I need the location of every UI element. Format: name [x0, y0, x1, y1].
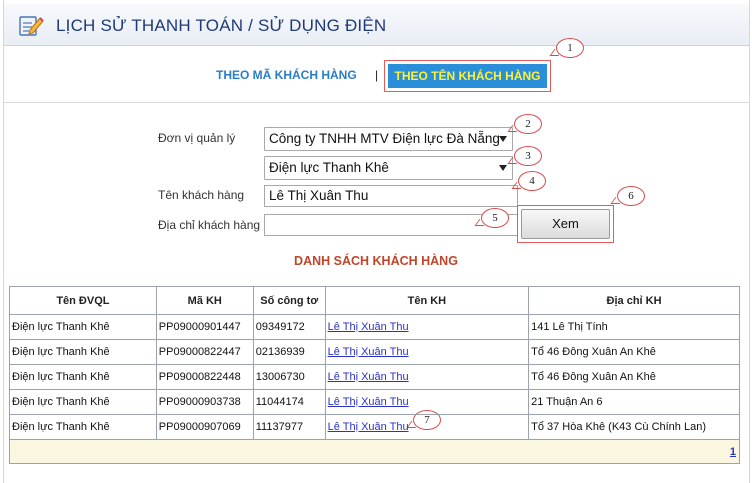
tab-separator: |: [375, 68, 379, 82]
cell-unit: Điện lực Thanh Khê: [9, 414, 157, 440]
column-header-customer-code: Mã KH: [155, 286, 254, 315]
subunit-select[interactable]: Điện lực Thanh Khê: [264, 156, 513, 180]
column-header-unit: Tên ĐVQL: [9, 286, 157, 315]
cell-customer-code: PP09000903738: [155, 389, 254, 415]
search-mode-tabs: THEO MÃ KHÁCH HÀNG | THEO TÊN KHÁCH HÀNG: [4, 47, 749, 103]
cell-unit: Điện lực Thanh Khê: [9, 339, 157, 365]
customer-name-link[interactable]: Lê Thị Xuân Thu: [328, 421, 409, 433]
cell-customer-name: Lê Thị Xuân Thu: [324, 339, 530, 365]
cell-customer-code: PP09000907069: [155, 414, 254, 440]
chevron-down-icon: [499, 165, 507, 171]
cell-address: 21 Thuận An 6: [528, 389, 740, 415]
customer-list-title: DANH SÁCH KHÁCH HÀNG: [294, 254, 458, 268]
cell-customer-name: Lê Thị Xuân Thu: [324, 389, 530, 415]
cell-customer-code: PP09000822448: [155, 364, 254, 390]
cell-unit: Điện lực Thanh Khê: [9, 364, 157, 390]
customer-name-input[interactable]: Lê Thị Xuân Thu: [264, 185, 518, 207]
cell-customer-code: PP09000901447: [155, 314, 254, 340]
customer-name-link[interactable]: Lê Thị Xuân Thu: [328, 346, 409, 358]
cell-meter-number: 09349172: [252, 314, 326, 340]
table-row: Điện lực Thanh Khê PP09000901447 0934917…: [9, 314, 740, 340]
table-row: Điện lực Thanh Khê PP09000822448 1300673…: [9, 364, 740, 390]
customer-name-link[interactable]: Lê Thị Xuân Thu: [328, 396, 409, 408]
tab-search-by-code[interactable]: THEO MÃ KHÁCH HÀNG: [216, 68, 357, 82]
callout-6: 6: [617, 186, 645, 206]
page-link-1[interactable]: 1: [730, 446, 736, 458]
cell-address: 141 Lê Thị Tính: [528, 314, 740, 340]
callout-1: 1: [556, 38, 584, 58]
column-header-address: Địa chỉ KH: [528, 286, 740, 315]
callout-5: 5: [481, 208, 509, 228]
cell-meter-number: 13006730: [252, 364, 326, 390]
page-header: LỊCH SỬ THANH TOÁN / SỬ DỤNG ĐIỆN: [4, 4, 749, 46]
table-row: Điện lực Thanh Khê PP09000907069 1113797…: [9, 414, 740, 440]
cell-meter-number: 11137977: [252, 414, 326, 440]
page-title: LỊCH SỬ THANH TOÁN / SỬ DỤNG ĐIỆN: [56, 16, 387, 35]
edit-notepad-icon: [19, 16, 44, 36]
customer-table: Tên ĐVQL Mã KH Số công tơ Tên KH Địa chỉ…: [9, 286, 740, 464]
cell-meter-number: 02136939: [252, 339, 326, 365]
cell-customer-name: Lê Thị Xuân Thu: [324, 364, 530, 390]
cell-customer-code: PP09000822447: [155, 339, 254, 365]
cell-address: Tổ 46 Đông Xuân An Khê: [528, 364, 740, 390]
pager-row: 1: [9, 439, 740, 464]
unit-select[interactable]: Công ty TNHH MTV Điện lực Đà Nẵng: [264, 127, 513, 151]
column-header-meter-number: Số công tơ: [252, 286, 326, 315]
customer-name-link[interactable]: Lê Thị Xuân Thu: [328, 371, 409, 383]
chevron-down-icon: [499, 136, 507, 142]
cell-unit: Điện lực Thanh Khê: [9, 389, 157, 415]
tab-search-by-name-highlight: THEO TÊN KHÁCH HÀNG: [384, 60, 551, 92]
view-button-highlight: Xem: [517, 205, 614, 243]
customer-name-label: Tên khách hàng: [158, 188, 245, 202]
column-header-customer-name: Tên KH: [324, 286, 530, 315]
cell-customer-name: Lê Thị Xuân Thu: [324, 314, 530, 340]
table-row: Điện lực Thanh Khê PP09000822447 0213693…: [9, 339, 740, 365]
unit-label: Đơn vị quản lý: [158, 131, 236, 145]
cell-unit: Điện lực Thanh Khê: [9, 314, 157, 340]
table-row: Điện lực Thanh Khê PP09000903738 1104417…: [9, 389, 740, 415]
unit-select-value: Công ty TNHH MTV Điện lực Đà Nẵng: [269, 131, 500, 146]
cell-customer-name: Lê Thị Xuân Thu: [324, 414, 530, 440]
cell-meter-number: 11044174: [252, 389, 326, 415]
customer-address-label: Địa chỉ khách hàng: [158, 218, 261, 232]
cell-address: Tổ 46 Đông Xuân An Khê: [528, 339, 740, 365]
callout-2: 2: [514, 114, 542, 134]
tab-search-by-name[interactable]: THEO TÊN KHÁCH HÀNG: [388, 64, 547, 88]
view-button[interactable]: Xem: [521, 209, 610, 239]
pager-cell: 1: [9, 439, 740, 464]
cell-address: Tổ 37 Hòa Khê (K43 Cù Chính Lan): [528, 414, 740, 440]
callout-3: 3: [514, 146, 542, 166]
customer-name-link[interactable]: Lê Thị Xuân Thu: [328, 321, 409, 333]
table-header-row: Tên ĐVQL Mã KH Số công tơ Tên KH Địa chỉ…: [9, 286, 740, 315]
callout-4: 4: [518, 171, 546, 191]
subunit-select-value: Điện lực Thanh Khê: [269, 160, 389, 175]
